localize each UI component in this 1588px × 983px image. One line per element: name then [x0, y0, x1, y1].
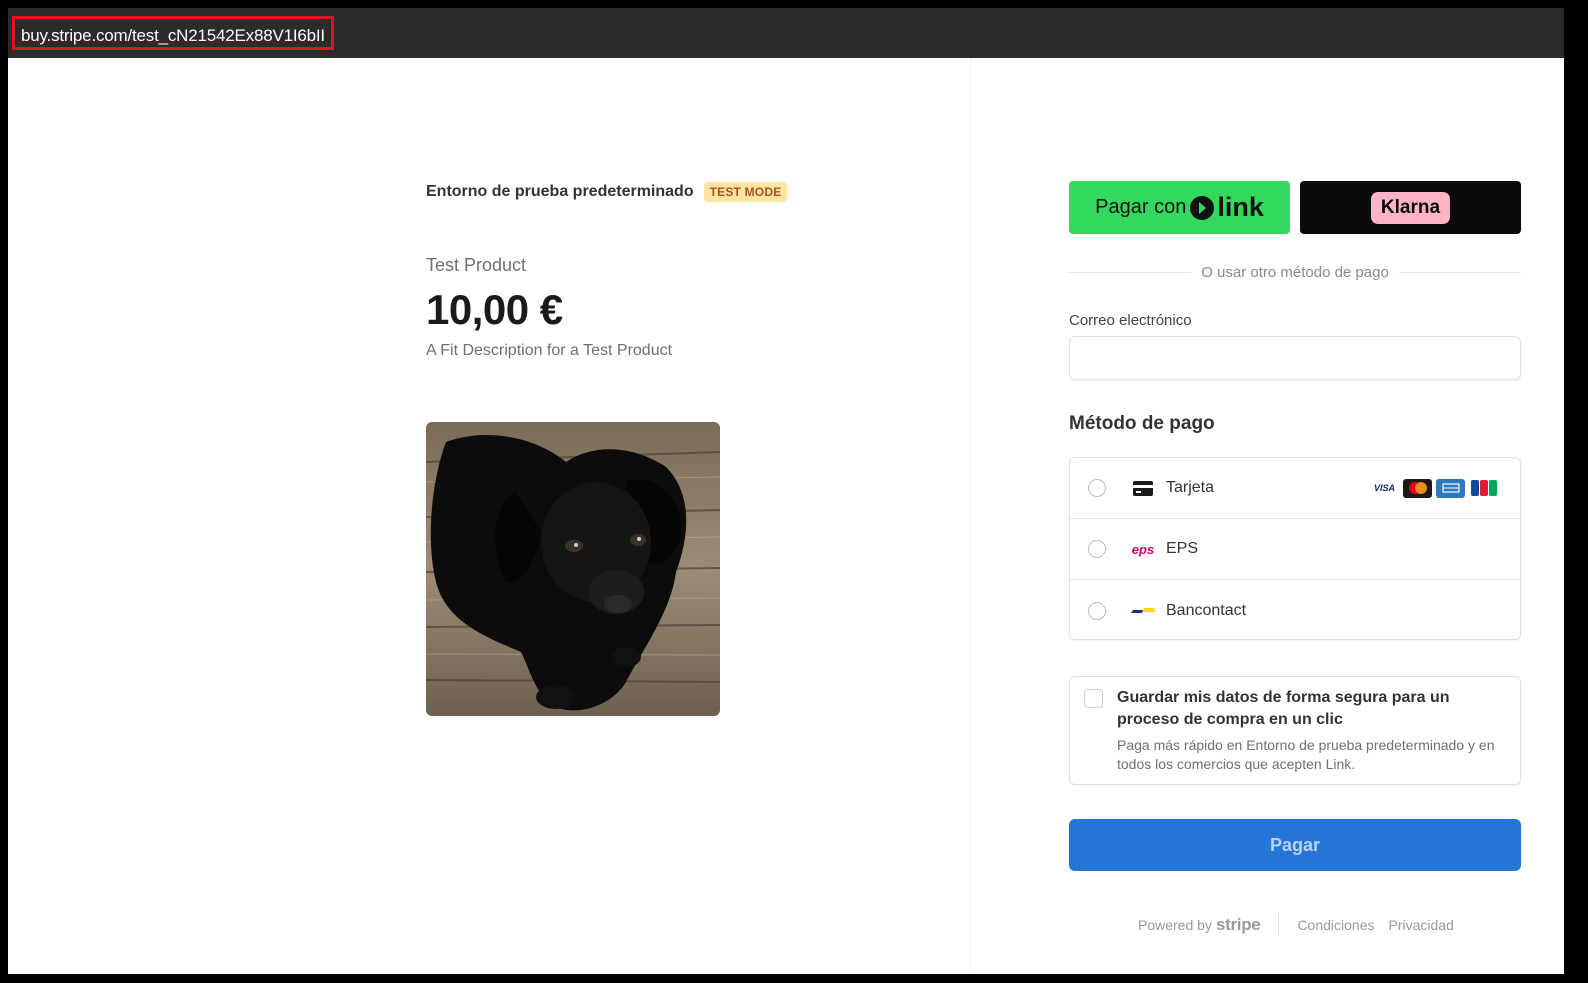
- pay-with-klarna-button[interactable]: Klarna: [1300, 181, 1521, 234]
- radio-eps[interactable]: [1088, 540, 1106, 558]
- radio-bancontact[interactable]: [1088, 601, 1106, 620]
- terms-link[interactable]: Condiciones: [1297, 917, 1374, 933]
- product-price: 10,00 €: [426, 286, 563, 333]
- save-info-description: Paga más rápido en Entorno de prueba pre…: [1117, 737, 1495, 772]
- merchant-name: Entorno de prueba predeterminado: [426, 183, 694, 200]
- jcb-icon: [1469, 478, 1498, 498]
- klarna-logo: Klarna: [1370, 191, 1451, 224]
- save-info-title: Guardar mis datos de forma segura para u…: [1117, 689, 1450, 728]
- product-name: Test Product: [426, 255, 527, 275]
- payment-label-eps: EPS: [1166, 540, 1199, 557]
- footer-separator: [1278, 913, 1280, 937]
- card-brands: VISA: [1370, 478, 1498, 498]
- divider-line-right: [1398, 271, 1521, 273]
- test-mode-badge: TEST MODE: [703, 182, 788, 202]
- product-description: A Fit Description for a Test Product: [426, 342, 673, 359]
- address-bar: buy.stripe.com/test_cN21542Ex88V1I6bII: [8, 8, 1564, 58]
- pay-with-link-button[interactable]: Pagar con link: [1069, 181, 1290, 234]
- panel-divider: [970, 58, 971, 974]
- payment-method-title: Método de pago: [1069, 413, 1215, 434]
- url-text[interactable]: buy.stripe.com/test_cN21542Ex88V1I6bII: [12, 16, 334, 50]
- amex-icon: [1436, 478, 1465, 498]
- email-label: Correo electrónico: [1069, 312, 1192, 329]
- footer: Powered by stripe Condiciones Privacidad: [1138, 913, 1454, 937]
- divider-text: O usar otro método de pago: [1201, 263, 1389, 281]
- link-button-prefix: Pagar con: [1095, 196, 1187, 218]
- divider-line-left: [1069, 271, 1192, 273]
- payment-option-bancontact[interactable]: Bancontact: [1070, 580, 1520, 641]
- link-arrow-icon: [1190, 195, 1215, 220]
- payment-label-bancontact: Bancontact: [1166, 601, 1247, 619]
- email-input[interactable]: [1069, 336, 1521, 380]
- visa-icon: VISA: [1373, 483, 1395, 493]
- card-icon: [1130, 480, 1156, 496]
- payment-method-list: Tarjeta VISA eps EPS Bancontact: [1069, 457, 1521, 640]
- powered-by-text: Powered by: [1138, 917, 1212, 933]
- privacy-link[interactable]: Privacidad: [1389, 917, 1454, 933]
- eps-logo: eps: [1131, 541, 1155, 557]
- product-image: [426, 422, 720, 716]
- stripe-logo[interactable]: stripe: [1216, 915, 1261, 935]
- save-info-box: Guardar mis datos de forma segura para u…: [1069, 676, 1521, 785]
- link-logo-text: link: [1217, 192, 1264, 222]
- bancontact-icon: [1130, 605, 1156, 617]
- alt-method-divider: O usar otro método de pago: [1069, 262, 1521, 282]
- browser-window: buy.stripe.com/test_cN21542Ex88V1I6bII E…: [8, 8, 1564, 974]
- merchant-header: Entorno de prueba predeterminado TEST MO…: [426, 182, 788, 202]
- link-logo: link: [1190, 192, 1264, 223]
- pay-button[interactable]: Pagar: [1069, 819, 1521, 871]
- radio-card[interactable]: [1088, 479, 1106, 497]
- eps-icon: eps: [1130, 542, 1156, 557]
- payment-option-card[interactable]: Tarjeta VISA: [1070, 458, 1520, 519]
- mastercard-icon: [1403, 478, 1432, 498]
- payment-label-card: Tarjeta: [1166, 479, 1215, 496]
- payment-option-eps[interactable]: eps EPS: [1070, 519, 1520, 580]
- save-info-checkbox[interactable]: [1084, 689, 1103, 708]
